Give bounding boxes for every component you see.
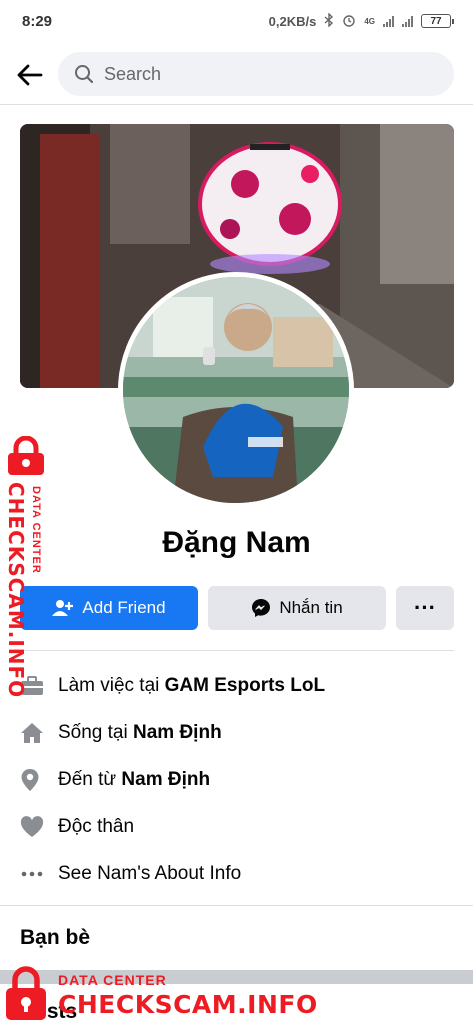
profile-name: Đặng Nam [162, 526, 311, 559]
header-divider [0, 104, 473, 105]
signal-icon-2 [402, 15, 413, 27]
info-from: Đến từ Nam Định [20, 756, 454, 803]
ellipsis-icon [20, 861, 58, 887]
lock-icon [8, 436, 44, 475]
watermark-side-big: CHECKSCAM.INFO [4, 482, 28, 699]
info-work: Làm việc tại GAM Esports LoL [20, 662, 454, 709]
about-info-link[interactable]: See Nam's About Info [20, 850, 454, 897]
profile-picture[interactable] [118, 272, 354, 508]
add-friend-icon [52, 600, 74, 616]
battery-icon: 77 [421, 14, 454, 28]
info-work-prefix: Làm việc tại [58, 674, 165, 696]
top-bar: Search [0, 50, 473, 98]
profile-actions: Add Friend Nhắn tin ··· [20, 586, 454, 630]
more-icon: ··· [414, 595, 436, 620]
watermark-bottom: DATA CENTER CHECKSCAM.INFO [0, 962, 317, 1024]
lock-icon [6, 966, 46, 1020]
info-from-prefix: Đến từ [58, 768, 122, 790]
bluetooth-icon [324, 11, 334, 30]
location-pin-icon [20, 767, 58, 793]
info-lives: Sống tại Nam Định [20, 709, 454, 756]
watermark-bottom-small: DATA CENTER [58, 972, 167, 988]
add-friend-label: Add Friend [82, 598, 166, 617]
info-lives-prefix: Sống tại [58, 721, 133, 743]
profile-picture-image [123, 277, 349, 503]
search-input[interactable]: Search [58, 52, 454, 96]
about-info-label: See Nam's About Info [58, 862, 242, 884]
back-button[interactable] [12, 58, 46, 92]
back-arrow-icon [17, 64, 43, 86]
friends-section-title: Bạn bè [20, 926, 91, 949]
actions-divider [20, 650, 454, 651]
messenger-icon [252, 599, 271, 617]
info-from-value[interactable]: Nam Định [121, 769, 210, 790]
info-lives-value[interactable]: Nam Định [133, 722, 222, 743]
watermark-side: CHECKSCAM.INFO DATA CENTER [2, 436, 54, 698]
intro-list: Làm việc tại GAM Esports LoL Sống tại Na… [20, 662, 454, 897]
search-icon [75, 65, 94, 84]
signal-icon [383, 15, 394, 27]
message-label: Nhắn tin [279, 598, 343, 617]
status-time: 8:29 [22, 12, 53, 30]
status-bar: 8:29 0,2KB/s 4G 77 [0, 0, 473, 42]
info-work-value[interactable]: GAM Esports LoL [165, 675, 325, 696]
info-relationship-text: Độc thân [58, 815, 135, 837]
network-speed: 0,2KB/s [268, 13, 317, 29]
heart-icon [20, 814, 58, 840]
home-icon [20, 720, 58, 746]
message-button[interactable]: Nhắn tin [208, 586, 386, 630]
watermark-side-small: DATA CENTER [30, 486, 42, 574]
more-button[interactable]: ··· [396, 586, 454, 630]
intro-divider [0, 905, 473, 906]
network-type: 4G [364, 16, 375, 26]
watermark-bottom-big: CHECKSCAM.INFO [58, 990, 318, 1019]
status-icons: 0,2KB/s 4G 77 [268, 11, 454, 30]
search-placeholder: Search [104, 63, 162, 84]
info-relationship: Độc thân [20, 803, 454, 850]
alarm-icon [342, 13, 356, 30]
